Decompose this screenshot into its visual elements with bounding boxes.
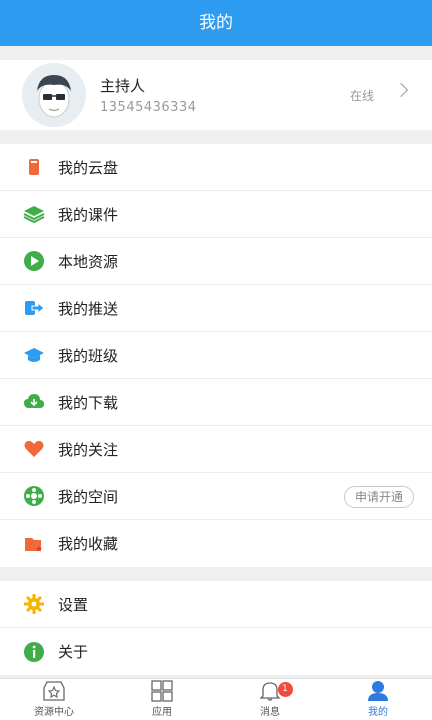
menu-item-courseware[interactable]: 我的课件 [0, 191, 432, 238]
page-title: 我的 [199, 13, 233, 33]
tab-label: 我的 [368, 707, 388, 718]
apply-open-button[interactable]: 申请开通 [343, 486, 414, 508]
online-status: 在线 [349, 89, 374, 103]
play-circle-icon [22, 249, 46, 273]
tab-apps[interactable]: 应用 [108, 679, 216, 720]
menu-item-settings[interactable]: 设置 [0, 581, 432, 628]
profile-name: 主持人 [100, 77, 146, 95]
menu-item-space[interactable]: 我的空间 申请开通 [0, 473, 432, 520]
avatar-face-icon [22, 63, 86, 127]
unread-badge: 1 [277, 682, 293, 697]
menu-group-main: 我的云盘 我的课件 本地资源 我的推送 我的班级 我的下载 我的关注 我的空间 … [0, 144, 432, 567]
chevron-right-icon [393, 82, 409, 98]
menu-item-class[interactable]: 我的班级 [0, 332, 432, 379]
menu-label: 我的云盘 [58, 158, 119, 177]
menu-label: 我的下载 [58, 393, 119, 412]
menu-label: 我的课件 [58, 205, 119, 224]
push-export-icon [22, 296, 46, 320]
menu-item-favorites[interactable]: 我的收藏 [0, 520, 432, 567]
cloud-download-icon [22, 390, 46, 414]
menu-item-download[interactable]: 我的下载 [0, 379, 432, 426]
menu-label: 本地资源 [58, 252, 119, 271]
tab-label: 应用 [152, 707, 172, 718]
bookmark-folder-icon [22, 532, 46, 556]
profile-card[interactable]: 主持人 13545436334 在线 [0, 60, 432, 130]
menu-item-about[interactable]: 关于 [0, 628, 432, 675]
profile-phone: 13545436334 [100, 100, 197, 115]
resource-star-icon [43, 681, 65, 701]
bottom-tab-bar: 资源中心 应用 1 消息 我的 [0, 678, 432, 720]
gear-icon [22, 592, 46, 616]
menu-label: 我的收藏 [58, 535, 119, 553]
tab-messages[interactable]: 1 消息 [216, 679, 324, 720]
heart-icon [22, 437, 46, 461]
cloud-disk-icon [22, 155, 46, 179]
courseware-layers-icon [22, 202, 46, 226]
graduation-cap-icon [22, 343, 46, 367]
spacer [0, 46, 432, 60]
menu-label: 我的班级 [58, 346, 119, 365]
menu-label: 设置 [58, 595, 89, 614]
menu-item-local-resources[interactable]: 本地资源 [0, 238, 432, 285]
menu-label: 我的推送 [58, 299, 119, 318]
menu-label: 关于 [58, 643, 89, 661]
top-bar: 我的 [0, 0, 432, 46]
tab-label: 资源中心 [34, 707, 74, 718]
menu-label: 我的关注 [58, 440, 119, 459]
menu-item-cloud-disk[interactable]: 我的云盘 [0, 144, 432, 191]
tab-resource-center[interactable]: 资源中心 [0, 679, 108, 720]
space-flower-icon [22, 484, 46, 508]
menu-label: 我的空间 [58, 487, 119, 506]
user-icon [368, 681, 388, 701]
spacer [0, 567, 432, 581]
menu-item-push[interactable]: 我的推送 [0, 285, 432, 332]
apps-grid-icon [151, 680, 173, 702]
menu-group-system: 设置 关于 [0, 581, 432, 675]
tab-label: 消息 [260, 707, 280, 718]
spacer [0, 130, 432, 144]
avatar [22, 63, 86, 127]
info-icon [22, 640, 46, 664]
tab-mine[interactable]: 我的 [324, 679, 432, 720]
menu-item-follow[interactable]: 我的关注 [0, 426, 432, 473]
